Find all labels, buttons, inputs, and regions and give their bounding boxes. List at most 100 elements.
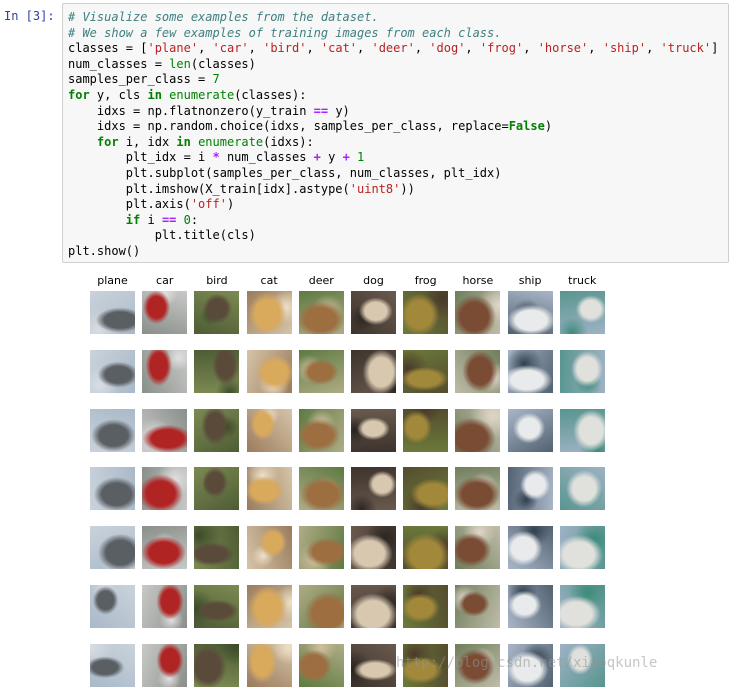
code-token: (classes) <box>190 56 256 71</box>
sample-image-plane <box>90 408 135 452</box>
sample-image-frog <box>403 467 449 511</box>
code-token: * <box>212 150 220 165</box>
code-token: ] <box>711 41 719 56</box>
code-line: idxs = np.random.choice(idxs, samples_pe… <box>68 119 728 135</box>
code-token: 'truck' <box>660 41 712 56</box>
code-token: y) <box>328 103 350 118</box>
code-token: i, idx <box>118 134 177 149</box>
sample-image-truck <box>559 526 605 570</box>
sample-image-frog <box>403 408 449 452</box>
sample-image-bird <box>194 349 240 393</box>
sample-image-car <box>142 643 188 687</box>
class-title-plane: plane <box>97 274 128 287</box>
code-token: , <box>465 41 480 56</box>
code-line: classes = ['plane', 'car', 'bird', 'cat'… <box>68 41 728 57</box>
sample-image-plane <box>90 526 135 570</box>
sample-image-frog <box>403 291 449 334</box>
code-line: plt.show() <box>68 244 728 260</box>
code-line: # We show a few examples of training ima… <box>68 26 728 42</box>
code-token: 'ship' <box>602 41 647 56</box>
sample-image-ship <box>507 349 553 393</box>
sample-image-truck <box>559 408 605 452</box>
sample-image-plane <box>90 349 135 393</box>
code-token: , <box>357 41 372 56</box>
sample-image-bird <box>194 408 240 452</box>
code-line: plt.subplot(samples_per_class, num_class… <box>68 166 728 182</box>
sample-image-horse <box>455 408 501 452</box>
code-line: if i == 0: <box>68 213 728 229</box>
code-token: i <box>140 212 162 227</box>
code-token: for <box>96 134 119 149</box>
code-line: idxs = np.flatnonzero(y_train == y) <box>68 104 728 120</box>
code-token: plt.imshow(X_train[idx].astype( <box>68 181 350 196</box>
sample-image-ship <box>507 291 553 334</box>
class-title-cat: cat <box>260 274 278 287</box>
code-token: , <box>588 41 603 56</box>
code-token: 'plane' <box>147 41 199 56</box>
code-editor[interactable]: # Visualize some examples from the datas… <box>63 4 728 260</box>
code-token: (idxs): <box>263 134 314 149</box>
code-token: for <box>68 87 90 102</box>
code-token: len <box>169 56 191 71</box>
sample-image-horse <box>455 585 501 628</box>
code-token: plt.axis( <box>68 197 191 212</box>
code-token: )) <box>400 181 415 196</box>
sample-image-truck <box>559 467 605 511</box>
class-title-frog: frog <box>414 274 437 287</box>
sample-image-ship <box>507 585 553 628</box>
code-token: 'off' <box>190 197 227 212</box>
sample-image-dog <box>351 291 396 334</box>
sample-image-ship <box>507 526 553 570</box>
sample-image-car <box>142 408 188 452</box>
sample-image-bird <box>194 526 240 570</box>
sample-image-bird <box>194 643 240 687</box>
code-token: idxs = np.flatnonzero(y_train <box>68 103 314 118</box>
sample-image-car <box>142 585 188 628</box>
class-title-bird: bird <box>206 274 228 287</box>
code-token: classes = [ <box>68 41 148 56</box>
code-token: 'car' <box>212 41 249 56</box>
sample-image-dog <box>351 585 396 628</box>
code-token: # We show a few examples of training ima… <box>68 25 502 40</box>
input-prompt: In [3]: <box>4 9 55 23</box>
code-token: , <box>414 41 430 56</box>
sample-image-deer <box>298 643 344 687</box>
watermark: http://blog.csdn.net/xiaoqkunle <box>396 655 658 671</box>
code-line: samples_per_class = 7 <box>68 72 728 88</box>
sample-image-bird <box>194 291 240 334</box>
class-title-deer: deer <box>308 274 334 287</box>
code-token: False <box>508 119 545 134</box>
code-token: enumerate <box>169 87 235 102</box>
sample-image-horse <box>455 467 501 511</box>
sample-image-car <box>142 349 188 393</box>
code-token: 'bird' <box>263 41 307 56</box>
code-token: 'deer' <box>371 41 415 56</box>
code-token: == <box>161 212 177 227</box>
sample-image-cat <box>246 643 292 687</box>
code-line: for i, idx in enumerate(idxs): <box>68 135 728 151</box>
code-token: 'horse' <box>537 41 589 56</box>
sample-image-frog <box>403 349 449 393</box>
sample-image-deer <box>298 526 344 570</box>
code-token: , <box>248 41 264 56</box>
sample-image-truck <box>559 349 605 393</box>
sample-image-cat <box>246 349 292 393</box>
sample-image-bird <box>194 585 240 628</box>
code-token: , <box>198 41 213 56</box>
sample-image-deer <box>298 585 344 628</box>
code-cell[interactable]: # Visualize some examples from the datas… <box>62 3 729 263</box>
code-token: , <box>646 41 661 56</box>
code-token: samples_per_class = <box>68 72 213 87</box>
code-line: plt.imshow(X_train[idx].astype('uint8')) <box>68 182 728 198</box>
code-token: 'frog' <box>479 41 524 56</box>
sample-image-car <box>142 526 188 570</box>
class-title-ship: ship <box>518 274 542 287</box>
code-line: plt.title(cls) <box>68 228 728 244</box>
code-line: plt_idx = i * num_classes + y + 1 <box>68 150 728 166</box>
code-line: num_classes = len(classes) <box>68 57 728 73</box>
code-token: 1 <box>357 150 365 165</box>
class-title-truck: truck <box>568 274 597 287</box>
code-token: , <box>523 41 538 56</box>
